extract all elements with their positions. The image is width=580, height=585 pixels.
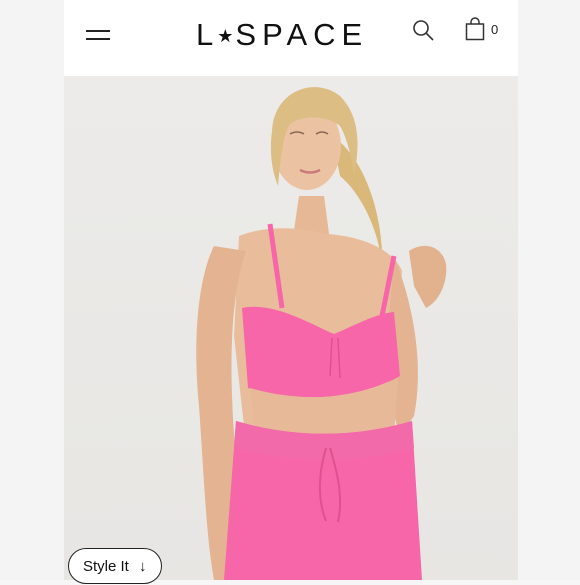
brand-logo[interactable]: L★SPACE [196,13,368,57]
shopping-bag-icon[interactable] [465,17,485,41]
menu-icon[interactable] [86,27,110,43]
product-page: L★SPACE 0 [64,0,518,580]
logo-letter: L [196,17,220,52]
down-arrow-icon: ↓ [139,558,147,575]
site-header: L★SPACE 0 [64,0,518,76]
style-it-button[interactable]: Style It ↓ [68,548,162,584]
style-it-label: Style It [83,558,129,575]
right-margin [518,0,580,580]
product-photo[interactable] [64,76,518,580]
cart-count: 0 [491,22,499,37]
model-illustration [196,87,447,580]
left-margin [0,0,64,580]
logo-star-icon: ★ [217,26,236,46]
logo-wordmark: SPACE [235,17,369,52]
search-icon[interactable] [411,18,435,42]
